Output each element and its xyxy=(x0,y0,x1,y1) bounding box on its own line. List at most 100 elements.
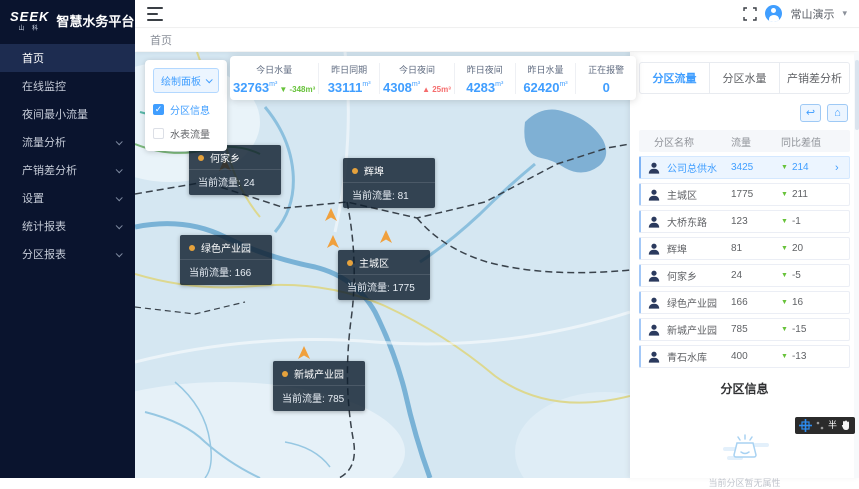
table-header: 分区名称 流量 同比差值 xyxy=(639,130,850,152)
hand-icon[interactable] xyxy=(841,420,851,431)
sidebar-item-home[interactable]: 首页 xyxy=(0,44,135,72)
row-name: 辉埠 xyxy=(667,241,731,256)
back-icon[interactable]: ↩ xyxy=(800,104,821,122)
sidebar-item-statistics-report[interactable]: 统计报表 xyxy=(0,212,135,240)
trend-down-icon: ▼ xyxy=(781,245,788,252)
app-logo: SEEK 山 科 智慧水务平台 xyxy=(0,0,135,38)
user-menu-caret-icon[interactable]: ▾ xyxy=(842,8,847,19)
breadcrumb-bar: 首页 xyxy=(135,29,859,51)
dot-icon xyxy=(282,371,288,377)
map-marker-icon[interactable] xyxy=(380,230,392,248)
row-flow: 81 xyxy=(731,243,781,254)
tooltip-flow-value: 166 xyxy=(235,268,252,279)
tooltip-name: 绿色产业园 xyxy=(201,240,251,255)
sidebar-item-label: 首页 xyxy=(22,50,44,66)
col-yoy-delta: 同比差值 xyxy=(781,134,850,149)
tooltip-name: 新城产业园 xyxy=(294,366,344,381)
half-screen-label[interactable]: 半 xyxy=(828,417,837,434)
sidebar: SEEK 山 科 智慧水务平台 首页 在线监控 夜间最小流量 流量分析 产销差分… xyxy=(0,0,135,478)
chevron-down-icon xyxy=(206,76,213,83)
col-partition-name: 分区名称 xyxy=(639,134,731,149)
stat-today-volume: 今日水量 32763m³▼ -348m³ xyxy=(230,63,319,94)
tab-nrw-analysis[interactable]: 产销差分析 xyxy=(780,63,849,93)
sidebar-fold-icon[interactable] xyxy=(147,7,163,21)
fullscreen-icon[interactable] xyxy=(743,7,757,21)
option-meter-flow[interactable]: 水表流量 xyxy=(153,126,219,141)
stat-today-night: 今日夜间 4308m³▲ 25m³ xyxy=(380,63,455,94)
draw-panel: 绘制面板 ✓ 分区信息 水表流量 xyxy=(145,60,227,151)
stat-unit: m³ xyxy=(495,81,503,88)
home-icon[interactable]: ⌂ xyxy=(827,104,848,122)
sidebar-item-partition-report[interactable]: 分区报表 xyxy=(0,240,135,268)
sidebar-item-flow-analysis[interactable]: 流量分析 xyxy=(0,128,135,156)
user-avatar[interactable] xyxy=(765,5,782,22)
sidebar-item-label: 分区报表 xyxy=(22,246,66,262)
trend-down-icon: ▼ xyxy=(781,164,788,171)
tooltip-flow-value: 81 xyxy=(398,191,409,202)
stat-unit: m³ xyxy=(559,81,567,88)
table-row[interactable]: 新城产业园 785 ▼-15 xyxy=(639,318,850,341)
draw-panel-button-label: 绘制面板 xyxy=(161,73,201,88)
sidebar-item-night-min-flow[interactable]: 夜间最小流量 xyxy=(0,100,135,128)
table-row[interactable]: 公司总供水 3425 ▼214 › xyxy=(639,156,850,179)
sidebar-item-settings[interactable]: 设置 xyxy=(0,184,135,212)
crosshair-icon[interactable] xyxy=(799,419,812,432)
tab-partition-volume[interactable]: 分区水量 xyxy=(710,63,780,93)
sidebar-item-online-monitoring[interactable]: 在线监控 xyxy=(0,72,135,100)
table-row[interactable]: 主城区 1775 ▼211 xyxy=(639,183,850,206)
scrollbar-thumb[interactable] xyxy=(855,60,859,130)
option-partition-info[interactable]: ✓ 分区信息 xyxy=(153,102,219,117)
sidebar-item-label: 统计报表 xyxy=(22,218,66,234)
row-delta: 20 xyxy=(792,243,803,254)
trend-down-icon: ▼ xyxy=(781,353,788,360)
sidebar-item-nrw-analysis[interactable]: 产销差分析 xyxy=(0,156,135,184)
trend-down-icon: ▼ xyxy=(781,272,788,279)
map-toolbar: 半 xyxy=(795,417,855,434)
dot-icon xyxy=(347,260,353,266)
dot-icon xyxy=(189,245,195,251)
row-name: 主城区 xyxy=(667,187,731,202)
tooltip-name: 何家乡 xyxy=(210,150,240,165)
measure-icon[interactable] xyxy=(816,421,824,431)
tooltip-name: 主城区 xyxy=(359,255,389,270)
partition-icon xyxy=(641,189,667,201)
row-flow: 166 xyxy=(731,297,781,308)
map-marker-icon[interactable] xyxy=(325,208,337,226)
stat-yesterday-same-period: 昨日同期 33111m³ xyxy=(319,63,380,94)
table-row[interactable]: 辉埠 81 ▼ 20 xyxy=(639,237,850,260)
stat-label: 今日水量 xyxy=(233,63,315,76)
partition-info-title: 分区信息 xyxy=(639,380,850,397)
tooltip-flow-value: 24 xyxy=(244,178,255,189)
breadcrumb[interactable]: 首页 xyxy=(150,32,172,48)
stat-unit: m³ xyxy=(269,81,277,88)
trend-down-icon: ▼ xyxy=(781,191,788,198)
row-flow: 24 xyxy=(731,270,781,281)
draw-panel-button[interactable]: 绘制面板 xyxy=(153,68,219,93)
row-flow: 400 xyxy=(731,351,781,362)
sidebar-item-label: 夜间最小流量 xyxy=(22,106,88,122)
checkbox-checked-icon[interactable]: ✓ xyxy=(153,104,164,115)
scrollbar[interactable] xyxy=(854,52,859,478)
stat-value: 33111 xyxy=(328,80,363,95)
trend-down-icon: ▼ xyxy=(781,218,788,225)
trend-up-icon: ▲ xyxy=(422,85,430,94)
row-name: 青石水库 xyxy=(667,349,731,364)
checkbox-unchecked-icon[interactable] xyxy=(153,128,164,139)
row-flow: 3425 xyxy=(731,162,781,173)
user-name[interactable]: 常山演示 xyxy=(790,6,834,22)
table-row[interactable]: 绿色产业园 166 ▼16 xyxy=(639,291,850,314)
row-name: 大桥东路 xyxy=(667,214,731,229)
sidebar-item-label: 产销差分析 xyxy=(22,162,77,178)
row-delta: 214 xyxy=(792,162,809,173)
table-row[interactable]: 青石水库 400 ▼-13 xyxy=(639,345,850,368)
stat-delta: -348m³ xyxy=(289,85,315,94)
partition-icon xyxy=(641,324,667,336)
chevron-down-icon xyxy=(116,194,123,201)
stat-active-alarms: 正在报警 0 xyxy=(576,63,636,94)
tooltip-flow-label: 当前流量: xyxy=(189,268,232,279)
table-row[interactable]: 何家乡 24 ▼-5 xyxy=(639,264,850,287)
tooltip-flow-label: 当前流量: xyxy=(198,178,241,189)
partition-icon xyxy=(641,216,667,228)
tab-partition-flow[interactable]: 分区流量 xyxy=(640,63,710,93)
table-row[interactable]: 大桥东路 123 ▼-1 xyxy=(639,210,850,233)
